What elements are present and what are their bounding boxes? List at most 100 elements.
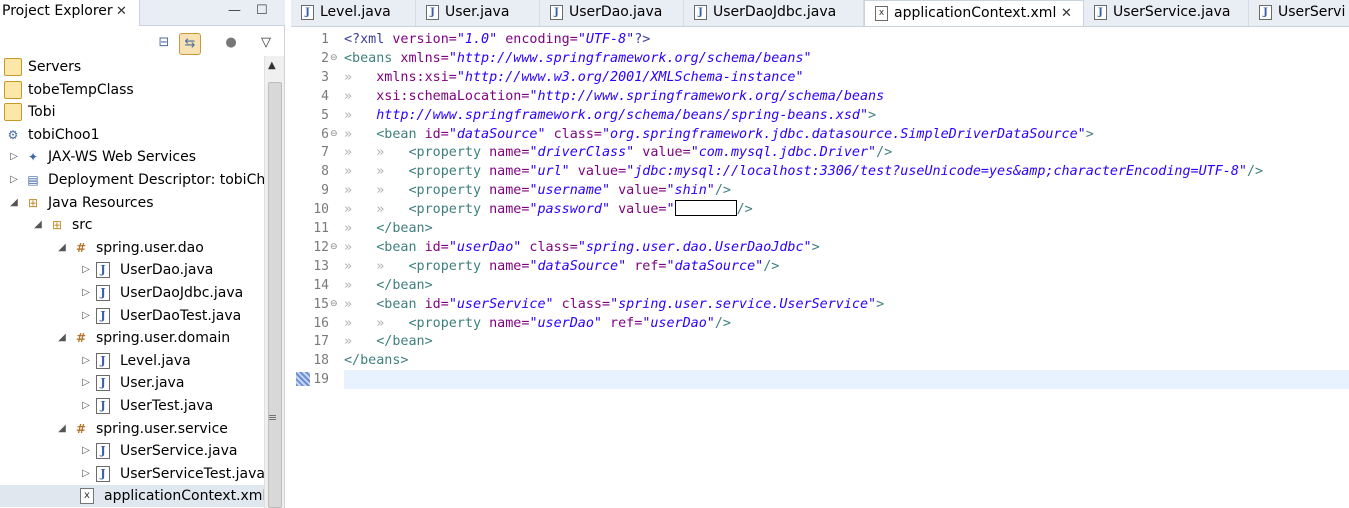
link-with-editor-icon[interactable]: ⇆ xyxy=(179,33,201,55)
tree-item[interactable]: ▷ ▤ Deployment Descriptor: tobiCh xyxy=(0,169,264,191)
tree-item[interactable]: tobeTempClass xyxy=(0,79,264,101)
code-line[interactable]: » » <property name="url" value="jdbc:mys… xyxy=(344,162,1263,181)
tree-item[interactable]: ◢ # spring.user.service xyxy=(0,418,264,440)
tree-item[interactable]: Servers xyxy=(0,56,264,78)
collapsed-twisty-icon[interactable]: ▷ xyxy=(8,146,20,168)
tree-item-label: spring.user.dao xyxy=(96,239,204,256)
tree-item[interactable]: ▷ J UserServiceTest.java xyxy=(0,463,264,485)
line-number: 18 xyxy=(313,353,329,369)
tree-item[interactable]: ◢ # spring.user.dao xyxy=(0,237,264,259)
expanded-twisty-icon[interactable]: ◢ xyxy=(32,214,44,236)
collapsed-twisty-icon[interactable]: ▷ xyxy=(80,372,92,394)
tab-userservice-java[interactable]: J UserService.java xyxy=(1084,0,1249,26)
grip-icon: ≡ xyxy=(268,411,278,424)
tree-item[interactable]: ▷ J UserService.java xyxy=(0,440,264,462)
tree-item[interactable]: ▷ J UserDaoJdbc.java xyxy=(0,282,264,304)
code-line[interactable]: » » <property name="userDao" ref="userDa… xyxy=(344,314,731,333)
line-number: 2 xyxy=(321,50,329,66)
tab-userservi[interactable]: J UserServi xyxy=(1249,0,1349,26)
collapsed-twisty-icon[interactable]: ▷ xyxy=(8,169,20,191)
code-token: </bean> xyxy=(376,334,433,350)
tree-item[interactable]: ▷ J UserTest.java xyxy=(0,395,264,417)
expanded-twisty-icon[interactable]: ◢ xyxy=(56,327,68,349)
collapsed-twisty-icon[interactable]: ▷ xyxy=(80,350,92,372)
code-line[interactable]: » http://www.springframework.org/schema/… xyxy=(344,106,876,125)
tab-userdaojdbc-java[interactable]: J UserDaoJdbc.java xyxy=(684,0,864,26)
line-number: 6 xyxy=(321,126,329,142)
expanded-twisty-icon[interactable]: ◢ xyxy=(56,418,68,440)
code-line[interactable]: » <bean id="dataSource" class="org.sprin… xyxy=(344,125,1094,144)
code-line[interactable]: » <bean id="userService" class="spring.u… xyxy=(344,295,884,314)
collapsed-twisty-icon[interactable]: ▷ xyxy=(80,395,92,417)
fold-toggle-icon[interactable]: ⊖ xyxy=(330,49,338,68)
line-number: 9 xyxy=(321,183,329,199)
code-token: "password" xyxy=(529,202,611,218)
maximize-icon[interactable]: ☐ xyxy=(256,3,268,18)
explorer-tab-bar: Project Explorer ✕ — ☐ xyxy=(0,0,285,26)
collapsed-twisty-icon[interactable]: ▷ xyxy=(80,463,92,485)
tree-item[interactable]: Tobi xyxy=(0,101,264,123)
code-line[interactable]: » » <property name="dataSource" ref="dat… xyxy=(344,257,779,276)
tab-applicationcontext-xml[interactable]: x applicationContext.xml ✕ xyxy=(864,0,1084,26)
code-line[interactable]: » </bean> xyxy=(344,276,433,295)
collapsed-twisty-icon[interactable]: ▷ xyxy=(80,440,92,462)
code-line[interactable]: <?xml version="1.0" encoding="UTF-8"?> xyxy=(344,30,650,49)
line-number-gutter: 1 2 ⊖ 3 4 5 6 ⊖ 7 8 9 10 11 12 ⊖ 13 14 15 ⊖ 16 17 18 19 xyxy=(291,27,344,508)
code-line[interactable]: » xmlns:xsi="http://www.w3.org/2001/XMLS… xyxy=(344,68,804,87)
code-line[interactable]: » » <property name="driverClass" value="… xyxy=(344,143,892,162)
tree-item[interactable]: ▷ ✦ JAX-WS Web Services xyxy=(0,146,264,168)
scroll-thumb[interactable] xyxy=(268,82,282,508)
java-resources-icon: ⊞ xyxy=(27,195,39,210)
expanded-twisty-icon[interactable]: ◢ xyxy=(8,192,20,214)
indent-marker: » xyxy=(344,145,353,161)
close-icon[interactable]: ✕ xyxy=(116,4,127,19)
java-file-icon: J xyxy=(96,352,110,369)
tree-item[interactable]: ◢ ⊞ src xyxy=(0,214,264,236)
scroll-up-icon[interactable]: ▲ xyxy=(268,60,276,71)
tree-item[interactable]: ▷ J User.java xyxy=(0,372,264,394)
code-line[interactable] xyxy=(344,370,1349,390)
close-icon[interactable]: ✕ xyxy=(1061,1,1072,26)
fold-toggle-icon[interactable]: ⊖ xyxy=(330,295,338,314)
tree-item[interactable]: ▷ J UserDaoTest.java xyxy=(0,305,264,327)
tree-item[interactable]: ▷ J UserDao.java xyxy=(0,259,264,281)
code-line[interactable]: </beans> xyxy=(344,351,409,370)
code-line[interactable]: <beans xmlns="http://www.springframework… xyxy=(344,49,812,68)
collapsed-twisty-icon[interactable]: ▷ xyxy=(80,305,92,327)
fold-toggle-icon[interactable]: ⊖ xyxy=(330,238,338,257)
tab-level-java[interactable]: J Level.java xyxy=(291,0,416,26)
code-token: name= xyxy=(481,145,530,161)
collapsed-twisty-icon[interactable]: ▷ xyxy=(80,259,92,281)
tree-scrollbar[interactable]: ▲ ≡ xyxy=(264,56,284,508)
tree-item[interactable]: ◢ # spring.user.domain xyxy=(0,327,264,349)
code-line[interactable]: » » <property name="password" value=" /> xyxy=(344,200,753,219)
tree-item[interactable]: ▷ J Level.java xyxy=(0,350,264,372)
view-menu-icon[interactable]: ▽ xyxy=(255,33,277,55)
tree-item[interactable]: ⚙ tobiChoo1 xyxy=(0,124,264,146)
tree-item[interactable]: ◢ ⊞ Java Resources xyxy=(0,192,264,214)
code-text[interactable]: <?xml version="1.0" encoding="UTF-8"?> <b… xyxy=(344,27,1349,508)
filters-icon[interactable]: ● xyxy=(220,33,242,55)
bookmark-icon xyxy=(296,372,310,387)
tab-project-explorer[interactable]: Project Explorer ✕ xyxy=(0,0,140,26)
code-line[interactable]: » » <property name="username" value="shi… xyxy=(344,181,731,200)
code-line[interactable]: » </bean> xyxy=(344,332,433,351)
code-token: /> xyxy=(1246,164,1264,180)
code-line[interactable]: » <bean id="userDao" class="spring.user.… xyxy=(344,238,820,257)
tree-item[interactable]: x applicationContext.xml xyxy=(0,485,264,508)
expanded-twisty-icon[interactable]: ◢ xyxy=(56,237,68,259)
collapse-all-icon[interactable]: ⊟ xyxy=(153,33,175,55)
tab-userdao-java[interactable]: J UserDao.java xyxy=(540,0,684,26)
fold-toggle-icon[interactable]: ⊖ xyxy=(330,125,338,144)
code-line[interactable]: » xsi:schemaLocation="http://www.springf… xyxy=(344,87,884,106)
code-editor[interactable]: 1 2 ⊖ 3 4 5 6 ⊖ 7 8 9 10 11 12 ⊖ 13 14 15 ⊖ 16 17 18 19 <?xml … xyxy=(291,27,1349,508)
collapsed-twisty-icon[interactable]: ▷ xyxy=(80,282,92,304)
code-line[interactable]: » </bean> xyxy=(344,219,433,238)
indent-marker: » xyxy=(376,183,385,199)
tab-user-java[interactable]: J User.java xyxy=(416,0,540,26)
tree-item-label: tobiChoo1 xyxy=(28,126,100,143)
code-token: id= xyxy=(416,239,449,255)
minimize-icon[interactable]: — xyxy=(228,3,241,18)
code-token: ref= xyxy=(626,258,667,274)
code-token: http://www.springframework.org/schema/be… xyxy=(376,107,869,123)
